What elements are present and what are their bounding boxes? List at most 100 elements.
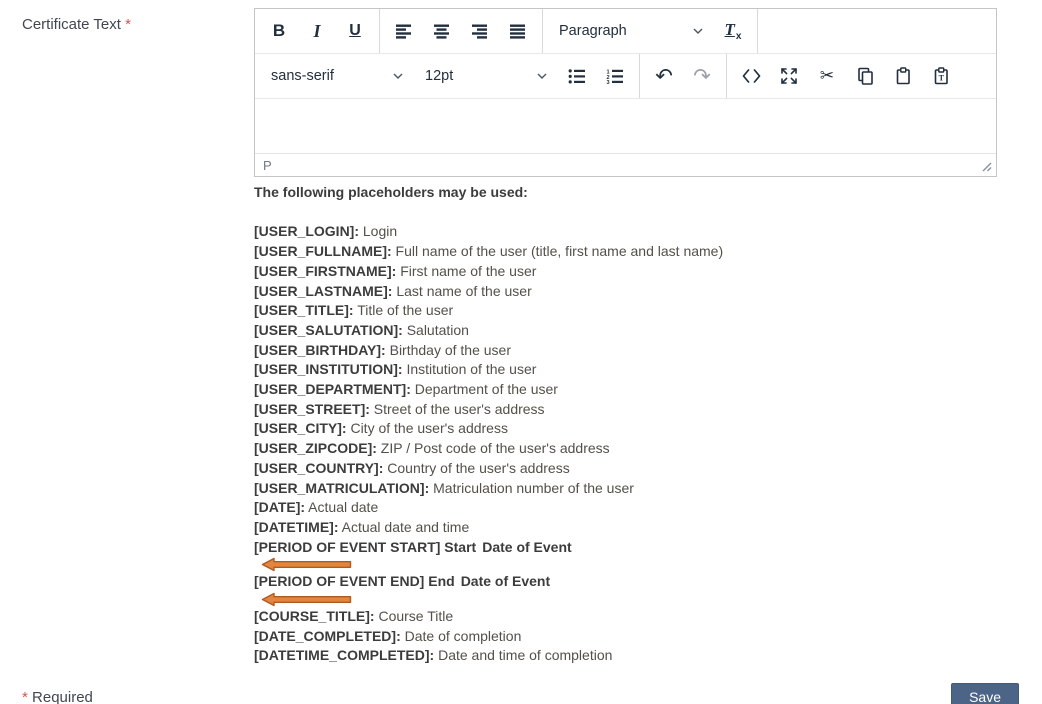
placeholder-desc: ZIP / Post code of the user's address	[377, 440, 610, 456]
required-note-text: Required	[32, 689, 93, 704]
placeholder-desc: Actual date	[305, 499, 378, 515]
underline-icon: U	[349, 22, 361, 40]
placeholder-help: The following placeholders may be used: …	[254, 183, 997, 666]
placeholder-desc: Date of Event	[482, 539, 571, 555]
placeholder-token: [USER_LASTNAME]:	[254, 283, 392, 299]
placeholder-line: [DATETIME_COMPLETED]: Date and time of c…	[254, 646, 997, 666]
source-code-button[interactable]	[734, 59, 768, 93]
placeholder-token: [USER_ZIPCODE]:	[254, 440, 377, 456]
placeholder-desc: Last name of the user	[392, 283, 531, 299]
placeholder-desc: Date and time of completion	[434, 647, 612, 663]
required-note: * Required	[22, 689, 93, 704]
copy-icon	[856, 67, 874, 85]
placeholder-token: [USER_DEPARTMENT]:	[254, 381, 411, 397]
fullscreen-button[interactable]	[772, 59, 806, 93]
placeholder-desc: Street of the user's address	[370, 401, 545, 417]
cut-icon: ✂	[820, 66, 834, 86]
paste-as-text-button[interactable]: T	[924, 59, 958, 93]
element-path[interactable]: P	[263, 158, 272, 173]
placeholder-token: [USER_INSTITUTION]:	[254, 361, 403, 377]
certificate-settings-page: Certificate Text * B I U	[0, 0, 1042, 704]
placeholder-line: [PERIOD OF EVENT START] StartDate of Eve…	[254, 538, 997, 573]
highlight-arrow-icon	[261, 557, 352, 572]
placeholder-help-heading: The following placeholders may be used:	[254, 183, 997, 203]
required-asterisk: *	[22, 689, 28, 704]
undo-button[interactable]: ↶	[647, 59, 681, 93]
font-family-value: sans-serif	[271, 68, 334, 84]
placeholder-line: [USER_MATRICULATION]: Matriculation numb…	[254, 479, 997, 499]
toolbar-group-history: ↶ ↷	[640, 54, 727, 98]
placeholder-token: [USER_FIRSTNAME]:	[254, 263, 396, 279]
placeholder-line: [USER_SALUTATION]: Salutation	[254, 321, 997, 341]
font-family-select[interactable]: sans-serif	[262, 59, 412, 93]
placeholder-token: [USER_FULLNAME]:	[254, 243, 392, 259]
paragraph-format-value: Paragraph	[559, 23, 627, 39]
numbered-list-button[interactable]: 1 2 3	[598, 59, 632, 93]
paste-as-text-icon: T	[932, 67, 950, 85]
placeholder-line: [USER_COUNTRY]: Country of the user's ad…	[254, 459, 997, 479]
resize-handle[interactable]	[979, 159, 992, 172]
redo-button[interactable]: ↷	[685, 59, 719, 93]
resize-grip-icon	[979, 159, 992, 172]
required-asterisk: *	[125, 16, 131, 33]
placeholder-line: [USER_FULLNAME]: Full name of the user (…	[254, 242, 997, 262]
clear-formatting-button[interactable]: Tx	[716, 14, 750, 48]
toolbar-row-2: sans-serif 12pt	[255, 54, 996, 99]
paragraph-format-select[interactable]: Paragraph	[550, 14, 712, 48]
editor-content[interactable]	[255, 99, 996, 154]
save-button[interactable]: Save	[951, 683, 1019, 704]
align-right-button[interactable]	[463, 14, 497, 48]
fullscreen-icon	[780, 67, 798, 85]
cut-button[interactable]: ✂	[810, 59, 844, 93]
align-left-button[interactable]	[387, 14, 421, 48]
bold-button[interactable]: B	[262, 14, 296, 48]
placeholder-desc: Login	[359, 223, 397, 239]
certificate-text-field: B I U	[254, 8, 997, 666]
placeholder-token: [COURSE_TITLE]:	[254, 608, 375, 624]
bullet-list-icon	[568, 69, 586, 84]
underline-button[interactable]: U	[338, 14, 372, 48]
bullet-list-button[interactable]	[560, 59, 594, 93]
toolbar-group-text-style: B I U	[255, 9, 380, 53]
align-center-button[interactable]	[425, 14, 459, 48]
placeholder-line: [USER_LOGIN]: Login	[254, 222, 997, 242]
placeholder-line: [USER_STREET]: Street of the user's addr…	[254, 400, 997, 420]
chevron-down-icon	[693, 28, 703, 34]
italic-button[interactable]: I	[300, 14, 334, 48]
font-size-select[interactable]: 12pt	[416, 59, 556, 93]
toolbar-group-block-format: Paragraph Tx	[543, 9, 758, 53]
placeholder-line: [USER_LASTNAME]: Last name of the user	[254, 282, 997, 302]
placeholder-line: [USER_BIRTHDAY]: Birthday of the user	[254, 341, 997, 361]
clear-formatting-icon: Tx	[725, 20, 742, 42]
placeholder-line: [USER_INSTITUTION]: Institution of the u…	[254, 360, 997, 380]
placeholder-desc: Date of completion	[401, 628, 522, 644]
placeholder-desc: Title of the user	[354, 302, 454, 318]
numbered-list-icon: 1 2 3	[606, 69, 624, 84]
align-justify-icon	[509, 24, 527, 39]
align-justify-button[interactable]	[501, 14, 535, 48]
placeholder-token: [USER_LOGIN]:	[254, 223, 359, 239]
field-label: Certificate Text	[22, 16, 121, 33]
placeholder-list: [USER_LOGIN]: Login[USER_FULLNAME]: Full…	[254, 222, 997, 666]
align-center-icon	[433, 24, 451, 39]
placeholder-token: [PERIOD OF EVENT END] End	[254, 573, 455, 589]
placeholder-token: [DATE]:	[254, 499, 305, 515]
editor-status-bar: P	[255, 154, 996, 176]
copy-button[interactable]	[848, 59, 882, 93]
paste-button[interactable]	[886, 59, 920, 93]
highlight-arrow-icon	[261, 592, 352, 607]
placeholder-line: [DATE_COMPLETED]: Date of completion	[254, 627, 997, 647]
placeholder-line: [USER_DEPARTMENT]: Department of the use…	[254, 380, 997, 400]
placeholder-desc: City of the user's address	[347, 420, 508, 436]
placeholder-token: [USER_CITY]:	[254, 420, 347, 436]
placeholder-token: [USER_COUNTRY]:	[254, 460, 383, 476]
chevron-down-icon	[393, 73, 403, 79]
placeholder-desc: Birthday of the user	[386, 342, 511, 358]
placeholder-desc: Course Title	[375, 608, 454, 624]
placeholder-token: [USER_TITLE]:	[254, 302, 354, 318]
align-right-icon	[471, 24, 489, 39]
placeholder-line: [USER_CITY]: City of the user's address	[254, 419, 997, 439]
svg-text:T: T	[939, 74, 945, 83]
toolbar-group-font-lists: sans-serif 12pt	[255, 54, 640, 98]
svg-text:3: 3	[607, 80, 610, 84]
